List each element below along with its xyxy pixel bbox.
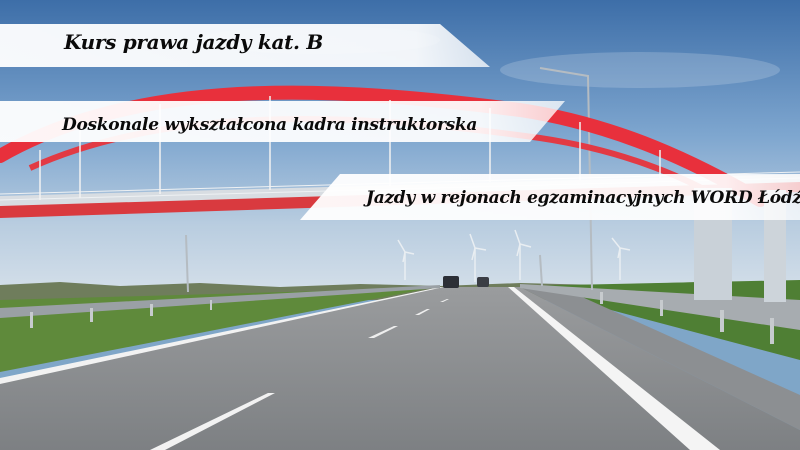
car — [443, 276, 459, 288]
banner-1-text: Kurs prawa jazdy kat. B — [64, 30, 323, 54]
cloud — [500, 52, 780, 88]
car — [477, 277, 489, 287]
banner-2-text: Doskonale wykształcona kadra instruktors… — [62, 115, 478, 135]
banner-3-text: Jazdy w rejonach egzaminacyjnych WORD Łó… — [366, 188, 800, 208]
highway-scene — [0, 0, 800, 450]
